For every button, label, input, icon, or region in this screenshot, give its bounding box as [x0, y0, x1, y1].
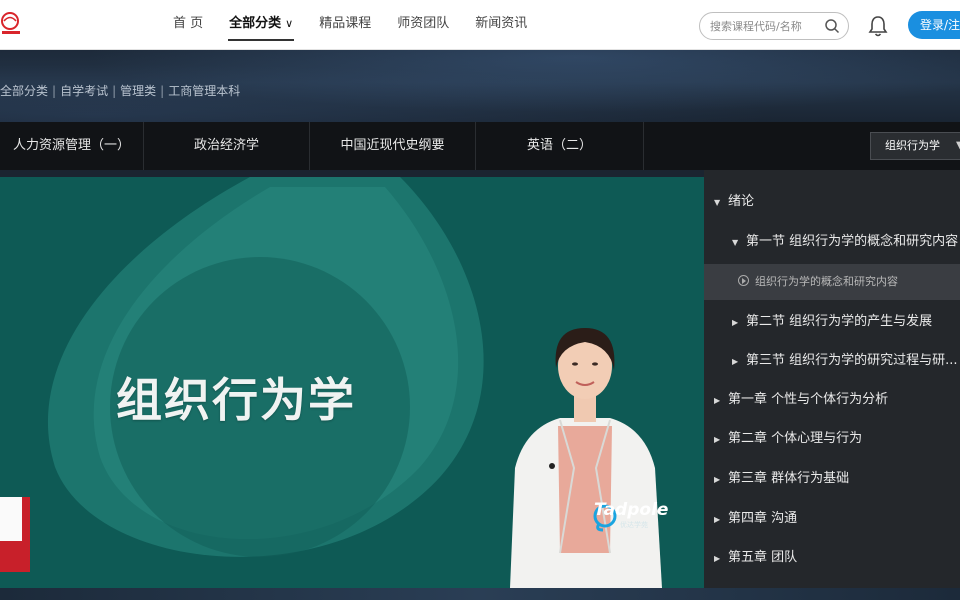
chevron-down-icon: ∨	[285, 17, 294, 30]
nav-featured-courses-label: 精品课程	[319, 16, 372, 31]
section-label: 第二节 组织行为学的产生与发展	[746, 314, 933, 329]
login-register-button[interactable]: 登录/注册	[908, 11, 960, 39]
chapter-item-intro[interactable]: ▼ 绪论	[704, 183, 960, 221]
lesson-label: 组织行为学的概念和研究内容	[755, 275, 898, 288]
site-logo[interactable]	[0, 10, 22, 38]
nav-news[interactable]: 新闻资讯	[462, 0, 540, 50]
presenter-image	[510, 328, 662, 588]
nav-home-label: 首 页	[173, 16, 204, 31]
tab-english-two[interactable]: 英语（二）	[476, 122, 644, 170]
tab-hr-management[interactable]: 人力资源管理（一）	[0, 122, 144, 170]
top-nav: 首 页 全部分类∨ 精品课程 师资团队 新闻资讯 登录/注册	[0, 0, 960, 50]
lesson-item-active[interactable]: 组织行为学的概念和研究内容	[704, 264, 960, 300]
breadcrumb-item-business-admin[interactable]: 工商管理本科	[168, 84, 240, 98]
chapter-item-1[interactable]: ▶ 第一章 个性与个体行为分析	[704, 381, 960, 419]
section-item-2[interactable]: ▶ 第二节 组织行为学的产生与发展	[704, 303, 960, 341]
chapter-label: 第一章 个性与个体行为分析	[728, 392, 889, 407]
bottom-strip	[0, 588, 960, 600]
breadcrumb: 全部分类 | 自学考试 | 管理类 | 工商管理本科	[0, 82, 240, 99]
chapter-label: 第三章 群体行为基础	[728, 471, 850, 486]
page-banner: 全部分类 | 自学考试 | 管理类 | 工商管理本科	[0, 50, 960, 122]
brand-watermark: Tadpole	[594, 500, 669, 520]
search-box	[699, 12, 849, 40]
triangle-right-icon: ▶	[732, 318, 739, 327]
chapter-label: 第二章 个体心理与行为	[728, 431, 863, 446]
chapter-item-4[interactable]: ▶ 第四章 沟通	[704, 500, 960, 538]
breadcrumb-item-all[interactable]: 全部分类	[0, 84, 48, 98]
breadcrumb-separator: |	[112, 84, 117, 98]
chevron-down-icon: ▼	[956, 140, 960, 151]
triangle-right-icon: ▶	[714, 554, 721, 563]
chapter-list: ▼ 绪论 ▼ 第一节 组织行为学的概念和研究内容 组织行为学的概念和研究内容 ▶ 第二…	[704, 170, 960, 588]
brand-watermark-sub: 优达学苑	[620, 521, 648, 529]
nav-all-categories-label: 全部分类	[229, 16, 282, 31]
red-object-image	[0, 497, 30, 572]
nav-teachers-label: 师资团队	[397, 16, 450, 31]
triangle-right-icon: ▶	[732, 357, 739, 366]
chapter-label: 绪论	[728, 194, 755, 209]
course-tabs: 人力资源管理（一） 政治经济学 中国近现代史纲要 英语（二） 组织行为学 ▼	[0, 122, 960, 170]
search-icon[interactable]	[824, 18, 840, 34]
nav-teachers[interactable]: 师资团队	[384, 0, 462, 50]
chapter-label: 第五章 团队	[728, 550, 798, 565]
triangle-down-icon: ▼	[732, 238, 739, 247]
nav-all-categories[interactable]: 全部分类 ∨	[216, 0, 306, 50]
course-select-value: 组织行为学	[885, 139, 940, 152]
nav-home[interactable]: 首 页	[160, 0, 216, 50]
triangle-down-icon: ▼	[714, 198, 721, 207]
chapter-item-3[interactable]: ▶ 第三章 群体行为基础	[704, 460, 960, 498]
course-select-dropdown[interactable]: 组织行为学 ▼	[870, 132, 960, 160]
breadcrumb-separator: |	[160, 84, 165, 98]
chapter-item-5[interactable]: ▶ 第五章 团队	[704, 539, 960, 577]
triangle-right-icon: ▶	[714, 396, 721, 405]
section-item-3[interactable]: ▶ 第三节 组织行为学的研究过程与研...	[704, 342, 960, 380]
nav-news-label: 新闻资讯	[475, 16, 528, 31]
section-label: 第一节 组织行为学的概念和研究内容	[746, 234, 959, 249]
chapter-item-2[interactable]: ▶ 第二章 个体心理与行为	[704, 420, 960, 458]
search-input[interactable]	[710, 17, 820, 35]
chapter-label: 第四章 沟通	[728, 511, 798, 526]
section-label: 第三节 组织行为学的研究过程与研...	[746, 353, 958, 368]
triangle-right-icon: ▶	[714, 475, 721, 484]
breadcrumb-item-self-exam[interactable]: 自学考试	[60, 84, 108, 98]
nav-featured-courses[interactable]: 精品课程	[306, 0, 384, 50]
breadcrumb-item-management[interactable]: 管理类	[120, 84, 156, 98]
main-menu: 首 页 全部分类 ∨ 精品课程 师资团队 新闻资讯	[160, 0, 540, 50]
play-circle-icon	[738, 275, 749, 286]
tab-modern-history[interactable]: 中国近现代史纲要	[310, 122, 476, 170]
slide-title: 组织行为学	[116, 373, 356, 427]
notification-bell-icon[interactable]	[867, 14, 889, 38]
triangle-right-icon: ▶	[714, 515, 721, 524]
section-item-1[interactable]: ▼ 第一节 组织行为学的概念和研究内容	[704, 223, 960, 261]
triangle-right-icon: ▶	[714, 435, 721, 444]
breadcrumb-separator: |	[52, 84, 57, 98]
tab-political-economy[interactable]: 政治经济学	[144, 122, 310, 170]
